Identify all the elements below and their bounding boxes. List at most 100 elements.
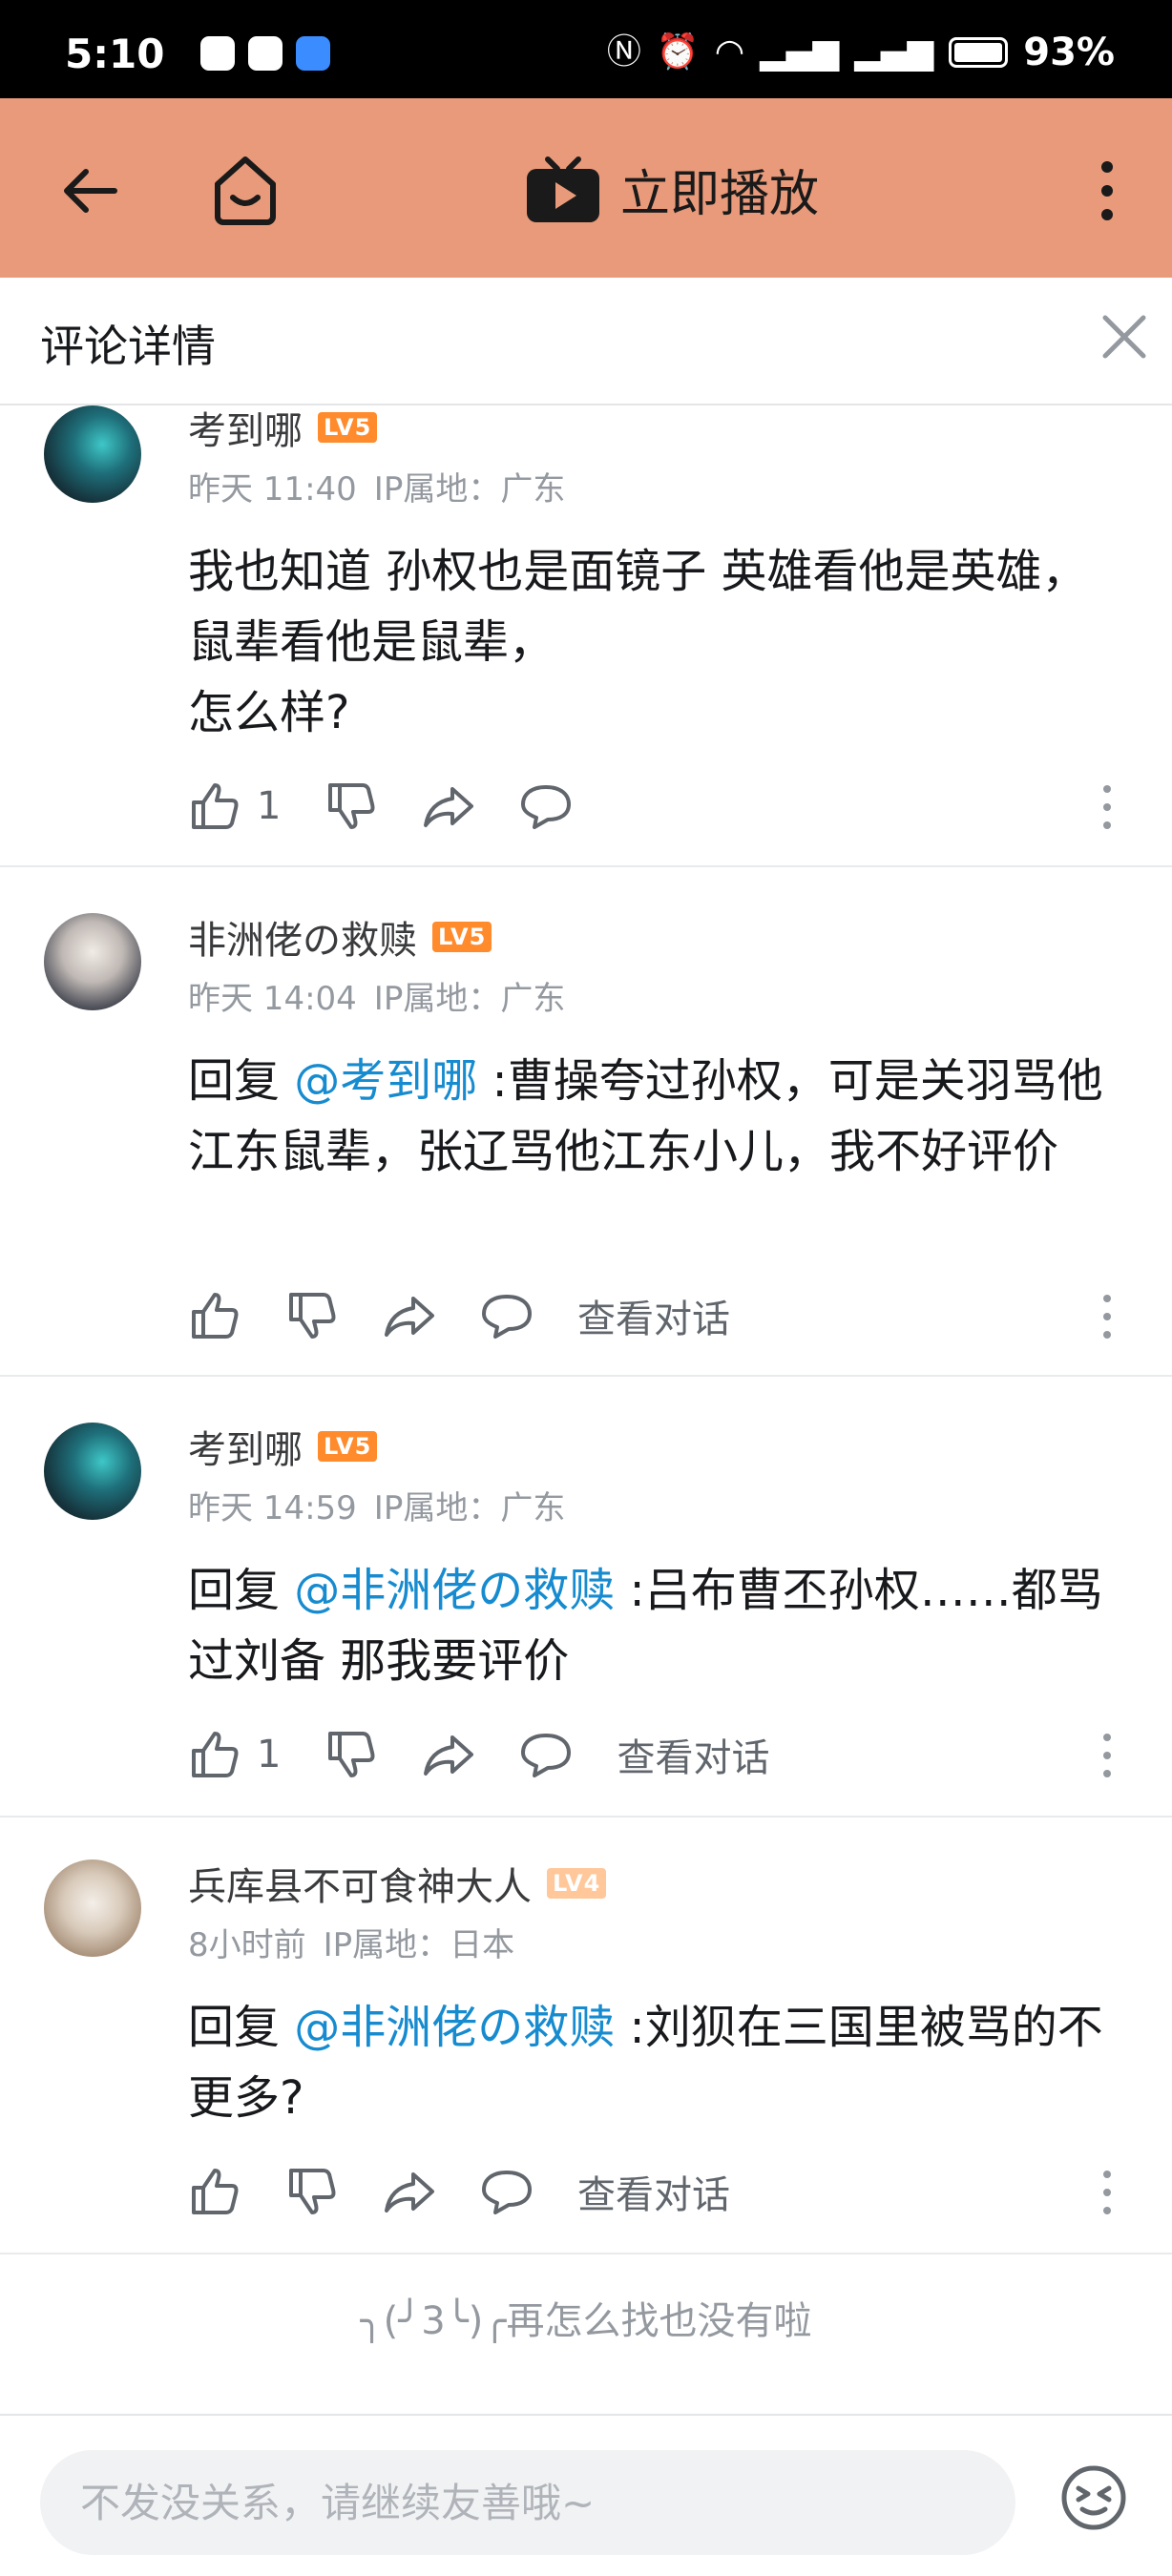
mention-link[interactable]: @非洲佬の救赎 [294, 1564, 615, 1617]
comment-text: 回复 @非洲佬の救赎 :吕布曹丕孙权……都骂过刘备 那我要评价 [188, 1555, 1123, 1696]
reply-input[interactable] [40, 2450, 1015, 2555]
comment-text: 回复 @考到哪 :曹操夸过孙权，可是关羽骂他江东鼠辈，张辽骂他江东小儿，我不好评… [188, 1046, 1123, 1187]
share-icon [424, 1735, 474, 1776]
thumbs-down-icon [289, 2169, 336, 2214]
reply-button[interactable] [480, 2165, 534, 2218]
avatar[interactable] [44, 1423, 141, 1520]
comment-bubble-icon [521, 1734, 572, 1777]
nfc-icon: Ⓝ [606, 32, 641, 72]
thumbs-down-icon [328, 1732, 375, 1777]
emoji-icon[interactable] [1059, 2463, 1128, 2532]
mention-link[interactable]: @考到哪 [294, 1054, 477, 1108]
battery-icon [949, 37, 1009, 68]
wifi-icon: ◠ [714, 32, 745, 72]
comment-item: 考到哪 LV5 昨天 11:40 IP属地：广东 我也知道 孙权也是面镜子 英雄看… [0, 405, 1172, 867]
view-conversation-link[interactable]: 查看对话 [617, 1727, 769, 1782]
like-count: 1 [257, 784, 282, 828]
end-of-list-hint: ╮(╯3╰)╭再怎么找也没有啦 [360, 2299, 812, 2343]
comment-actions: 1 查看对话 [188, 1726, 769, 1783]
dislike-button[interactable] [285, 2165, 339, 2218]
reply-button[interactable] [519, 779, 573, 833]
dislike-button[interactable] [324, 1728, 378, 1781]
avatar[interactable] [44, 913, 141, 1010]
system-indicators: Ⓝ ⏰ ◠ ▂▄▆ ▂▄▆ 93% [607, 31, 1115, 74]
username[interactable]: 考到哪 [188, 400, 303, 455]
page-title: 评论详情 [40, 321, 216, 372]
signal-icon: ▂▄▆ [760, 32, 840, 72]
close-icon[interactable] [1099, 312, 1149, 362]
like-button[interactable]: 1 [188, 779, 281, 833]
mention-link[interactable]: @非洲佬の救赎 [294, 2001, 615, 2054]
like-button[interactable] [188, 2165, 241, 2218]
view-conversation-link[interactable]: 查看对话 [577, 2164, 730, 2219]
username[interactable]: 非洲佬の救赎 [188, 909, 417, 965]
level-badge: LV5 [432, 922, 492, 952]
share-icon [385, 2172, 434, 2212]
view-conversation-link[interactable]: 查看对话 [577, 1288, 730, 1343]
level-badge: LV5 [318, 1431, 378, 1462]
battery-percent: 93% [1023, 31, 1115, 74]
app-notification-icon [296, 36, 330, 71]
like-button[interactable] [188, 1289, 241, 1342]
avatar[interactable] [44, 405, 141, 503]
comment-actions: 查看对话 [188, 1287, 730, 1344]
comment-time: 昨天 11:40 [188, 470, 357, 509]
share-icon [424, 787, 474, 827]
comment-meta: 昨天 14:59 IP属地：广东 [188, 1482, 582, 1528]
thumbs-up-icon [192, 1732, 239, 1777]
more-options-icon[interactable] [1096, 157, 1119, 224]
share-button[interactable] [383, 2165, 436, 2218]
back-arrow-icon[interactable] [57, 157, 124, 224]
level-badge: LV4 [547, 1868, 607, 1899]
thumbs-down-icon [328, 783, 375, 829]
level-badge: LV5 [318, 412, 378, 443]
comment-more-icon[interactable] [1099, 783, 1115, 831]
comment-meta: 昨天 11:40 IP属地：广东 [188, 463, 582, 509]
dislike-button[interactable] [285, 1289, 339, 1342]
status-time: 5:10 [65, 31, 165, 77]
like-count: 1 [257, 1733, 282, 1776]
reply-prefix: 回复 [188, 1564, 295, 1617]
top-nav-bar: 立即播放 [0, 98, 1172, 278]
ip-location: IP属地：广东 [373, 1489, 566, 1527]
share-icon [385, 1297, 434, 1337]
username[interactable]: 考到哪 [188, 1419, 303, 1474]
thumbs-up-icon [192, 783, 239, 829]
play-now-button[interactable]: 立即播放 [525, 154, 819, 225]
reply-bar [0, 2414, 1172, 2576]
avatar[interactable] [44, 1859, 141, 1957]
qq-icon [200, 36, 235, 71]
comment-detail-header: 评论详情 [0, 278, 1172, 405]
thumbs-up-icon [192, 1293, 239, 1339]
ip-location: IP属地：广东 [373, 980, 566, 1018]
home-icon[interactable] [212, 154, 279, 226]
reply-button[interactable] [519, 1728, 573, 1781]
username[interactable]: 兵库县不可食神大人 [188, 1856, 532, 1911]
comment-text: 回复 @非洲佬の救赎 :刘狈在三国里被骂的不更多? [188, 1992, 1123, 2133]
comment-time: 昨天 14:59 [188, 1489, 357, 1527]
comment-item: 兵库县不可食神大人 LV4 8小时前 IP属地：日本 回复 @非洲佬の救赎 :刘狈… [0, 1818, 1172, 2254]
tv-play-icon [527, 156, 599, 222]
comment-actions: 1 [188, 778, 617, 835]
dislike-button[interactable] [324, 779, 378, 833]
comment-more-icon[interactable] [1099, 2169, 1115, 2216]
comment-bubble-icon [521, 785, 572, 829]
comment-bubble-icon [482, 1295, 532, 1339]
reply-button[interactable] [480, 1289, 534, 1342]
like-button[interactable]: 1 [188, 1728, 281, 1781]
notification-icons [200, 36, 330, 71]
signal-2-icon: ▂▄▆ [854, 32, 934, 72]
wechat-icon [248, 36, 283, 71]
thumbs-down-icon [289, 1293, 336, 1339]
comment-more-icon[interactable] [1099, 1732, 1115, 1779]
comment-more-icon[interactable] [1099, 1293, 1115, 1340]
share-button[interactable] [422, 779, 475, 833]
comment-item: 非洲佬の救赎 LV5 昨天 14:04 IP属地：广东 回复 @考到哪 :曹操夸过… [0, 867, 1172, 1377]
share-button[interactable] [383, 1289, 436, 1342]
play-now-label: 立即播放 [620, 166, 820, 223]
share-button[interactable] [422, 1728, 475, 1781]
comment-time: 昨天 14:04 [188, 980, 357, 1018]
thumbs-up-icon [192, 2169, 239, 2214]
comment-actions: 查看对话 [188, 2163, 730, 2220]
reply-prefix: 回复 [188, 1054, 295, 1108]
